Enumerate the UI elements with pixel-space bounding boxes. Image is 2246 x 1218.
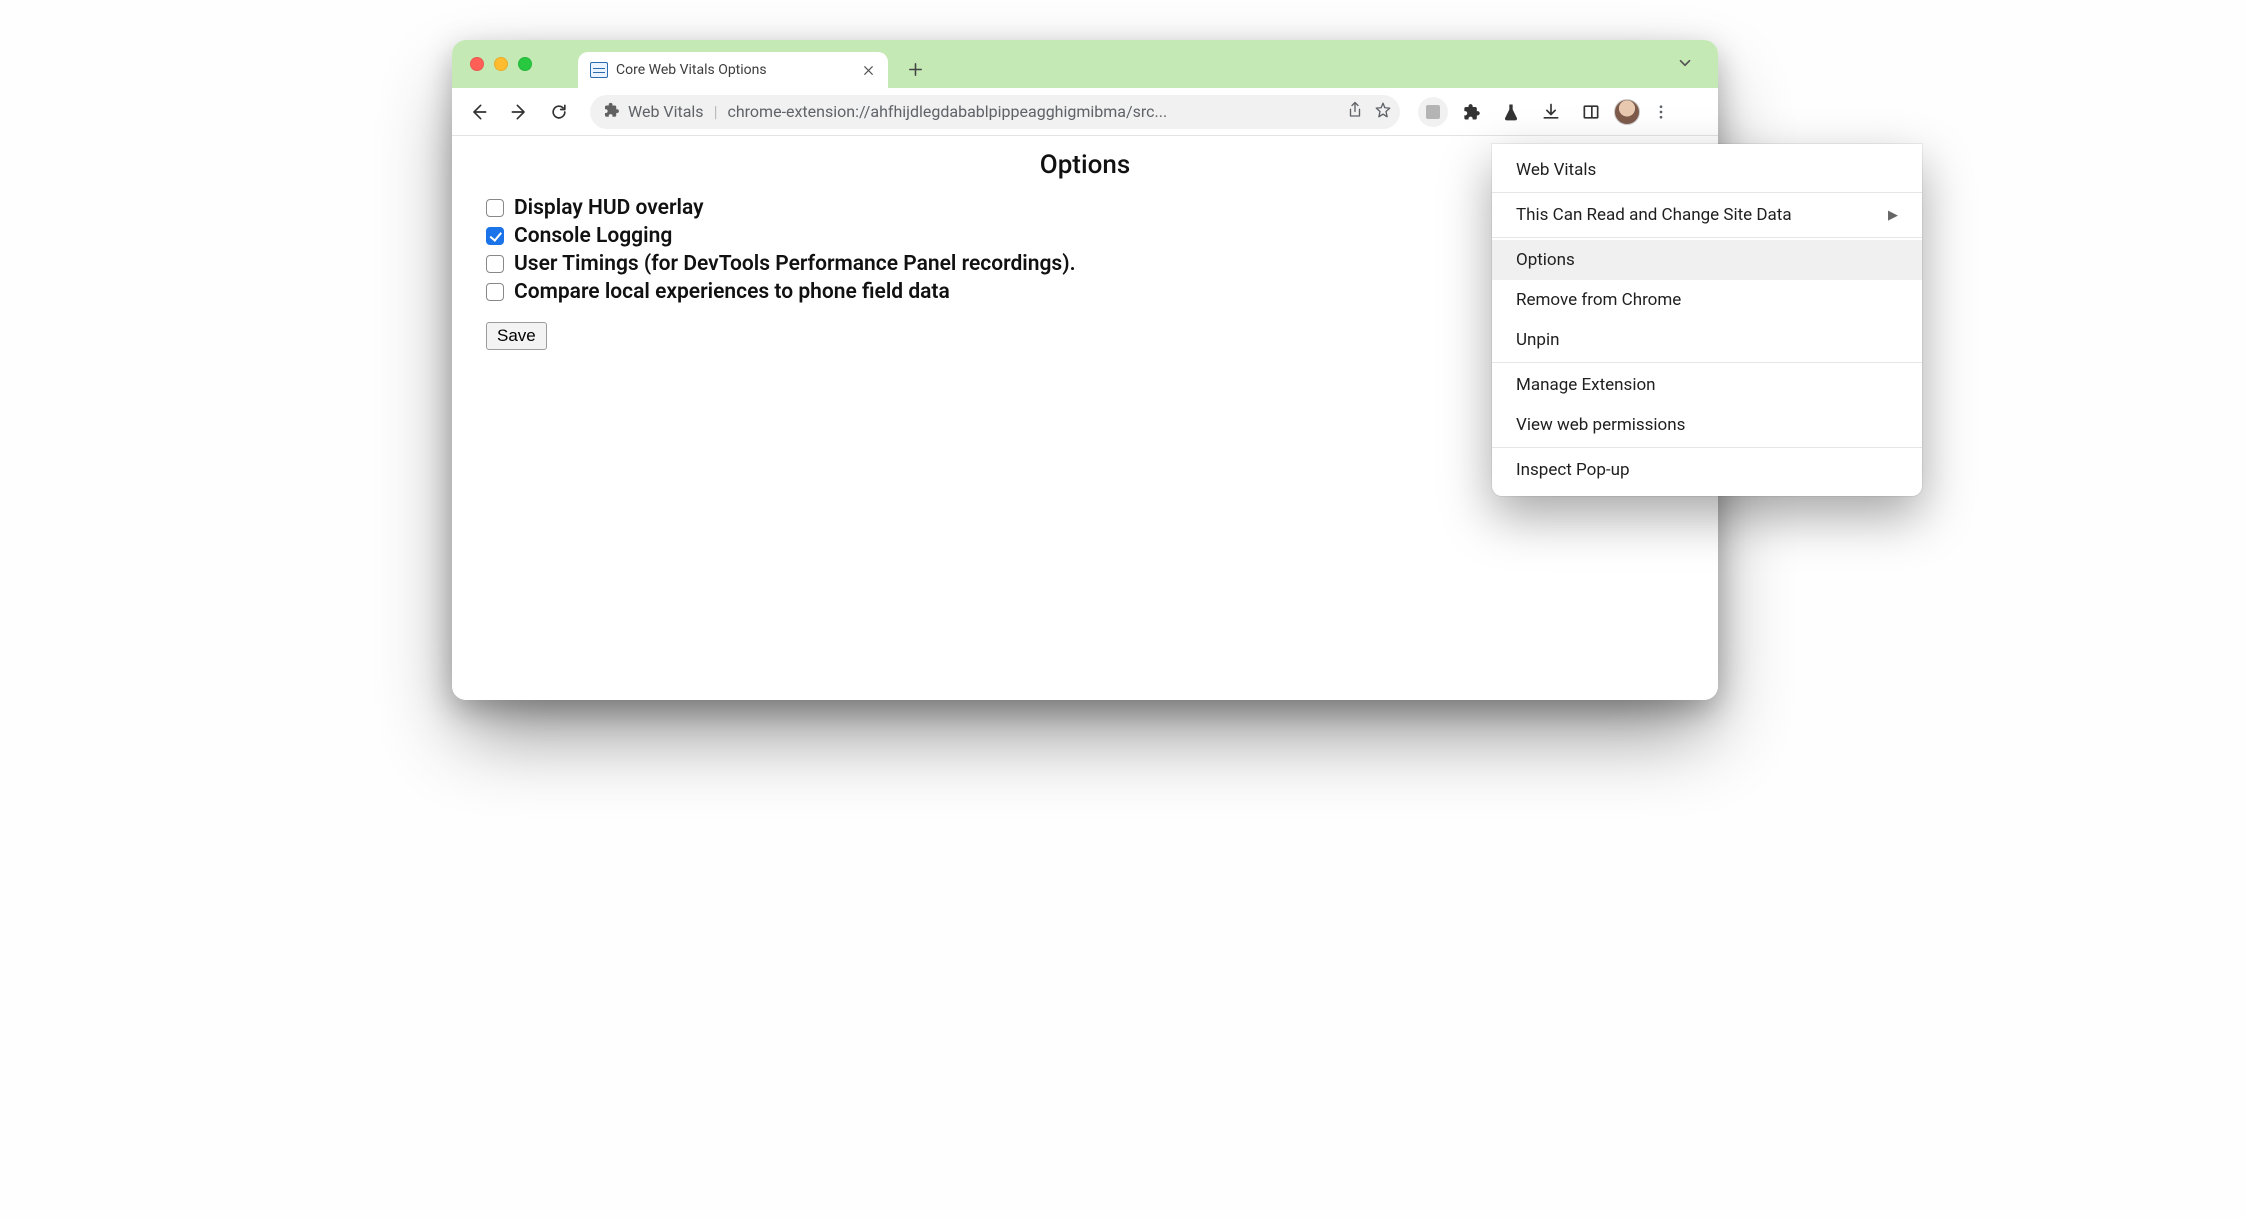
address-separator: | xyxy=(714,102,718,121)
ctx-divider xyxy=(1492,362,1922,363)
address-url: chrome-extension://ahfhijdlegdabablpippe… xyxy=(727,102,1338,121)
ctx-remove-label: Remove from Chrome xyxy=(1516,290,1681,310)
bookmark-star-icon[interactable] xyxy=(1374,101,1392,123)
downloads-button[interactable] xyxy=(1534,95,1568,129)
forward-button[interactable] xyxy=(502,95,536,129)
tab-close-button[interactable] xyxy=(860,62,876,78)
extension-context-menu: Web Vitals This Can Read and Change Site… xyxy=(1492,144,1922,496)
close-window-button[interactable] xyxy=(470,57,484,71)
ctx-view-permissions[interactable]: View web permissions xyxy=(1492,405,1922,445)
main-menu-button[interactable] xyxy=(1646,97,1676,127)
ctx-view-permissions-label: View web permissions xyxy=(1516,415,1685,435)
ctx-site-data[interactable]: This Can Read and Change Site Data ▶ xyxy=(1492,195,1922,235)
extensions-menu-button[interactable] xyxy=(1454,95,1488,129)
window-controls xyxy=(470,57,532,71)
option-label: User Timings (for DevTools Performance P… xyxy=(514,252,1076,276)
share-icon[interactable] xyxy=(1346,101,1364,123)
option-label: Console Logging xyxy=(514,224,672,248)
ctx-inspect-label: Inspect Pop-up xyxy=(1516,460,1630,480)
new-tab-button[interactable] xyxy=(900,54,930,84)
toolbar: Web Vitals | chrome-extension://ahfhijdl… xyxy=(452,88,1718,136)
ctx-divider xyxy=(1492,192,1922,193)
ctx-options-label: Options xyxy=(1516,250,1575,270)
extension-generic-icon xyxy=(1426,105,1440,119)
fullscreen-window-button[interactable] xyxy=(518,57,532,71)
ctx-options[interactable]: Options xyxy=(1492,240,1922,280)
tab-strip: Core Web Vitals Options xyxy=(452,40,1718,88)
active-extension-button[interactable] xyxy=(1418,97,1448,127)
extension-puzzle-icon xyxy=(602,101,620,123)
minimize-window-button[interactable] xyxy=(494,57,508,71)
ctx-divider xyxy=(1492,447,1922,448)
ctx-unpin[interactable]: Unpin xyxy=(1492,320,1922,360)
ctx-divider xyxy=(1492,237,1922,238)
profile-avatar-button[interactable] xyxy=(1614,99,1640,125)
side-panel-button[interactable] xyxy=(1574,95,1608,129)
ctx-remove[interactable]: Remove from Chrome xyxy=(1492,280,1922,320)
option-user-timings-checkbox[interactable] xyxy=(486,255,504,273)
ctx-site-data-label: This Can Read and Change Site Data xyxy=(1516,205,1792,225)
address-extension-name: Web Vitals xyxy=(628,102,704,121)
ctx-manage-label: Manage Extension xyxy=(1516,375,1656,395)
save-button[interactable]: Save xyxy=(486,322,547,350)
tab-title: Core Web Vitals Options xyxy=(616,62,852,78)
browser-tab[interactable]: Core Web Vitals Options xyxy=(578,52,888,88)
ctx-header: Web Vitals xyxy=(1492,150,1922,190)
ctx-unpin-label: Unpin xyxy=(1516,330,1559,350)
option-console-logging-checkbox[interactable] xyxy=(486,227,504,245)
option-label: Display HUD overlay xyxy=(514,196,704,220)
option-label: Compare local experiences to phone field… xyxy=(514,280,950,304)
chevron-right-icon: ▶ xyxy=(1888,208,1898,223)
reload-button[interactable] xyxy=(542,95,576,129)
address-bar[interactable]: Web Vitals | chrome-extension://ahfhijdl… xyxy=(590,95,1400,129)
back-button[interactable] xyxy=(462,95,496,129)
ctx-manage-extension[interactable]: Manage Extension xyxy=(1492,365,1922,405)
tab-overflow-button[interactable] xyxy=(1676,54,1694,76)
ctx-header-label: Web Vitals xyxy=(1516,160,1596,180)
labs-flask-icon[interactable] xyxy=(1494,95,1528,129)
ctx-inspect-popup[interactable]: Inspect Pop-up xyxy=(1492,450,1922,490)
option-display-hud-checkbox[interactable] xyxy=(486,199,504,217)
tab-favicon-icon xyxy=(590,62,608,78)
option-compare-field-data-checkbox[interactable] xyxy=(486,283,504,301)
browser-window: Core Web Vitals Options xyxy=(452,40,1718,700)
